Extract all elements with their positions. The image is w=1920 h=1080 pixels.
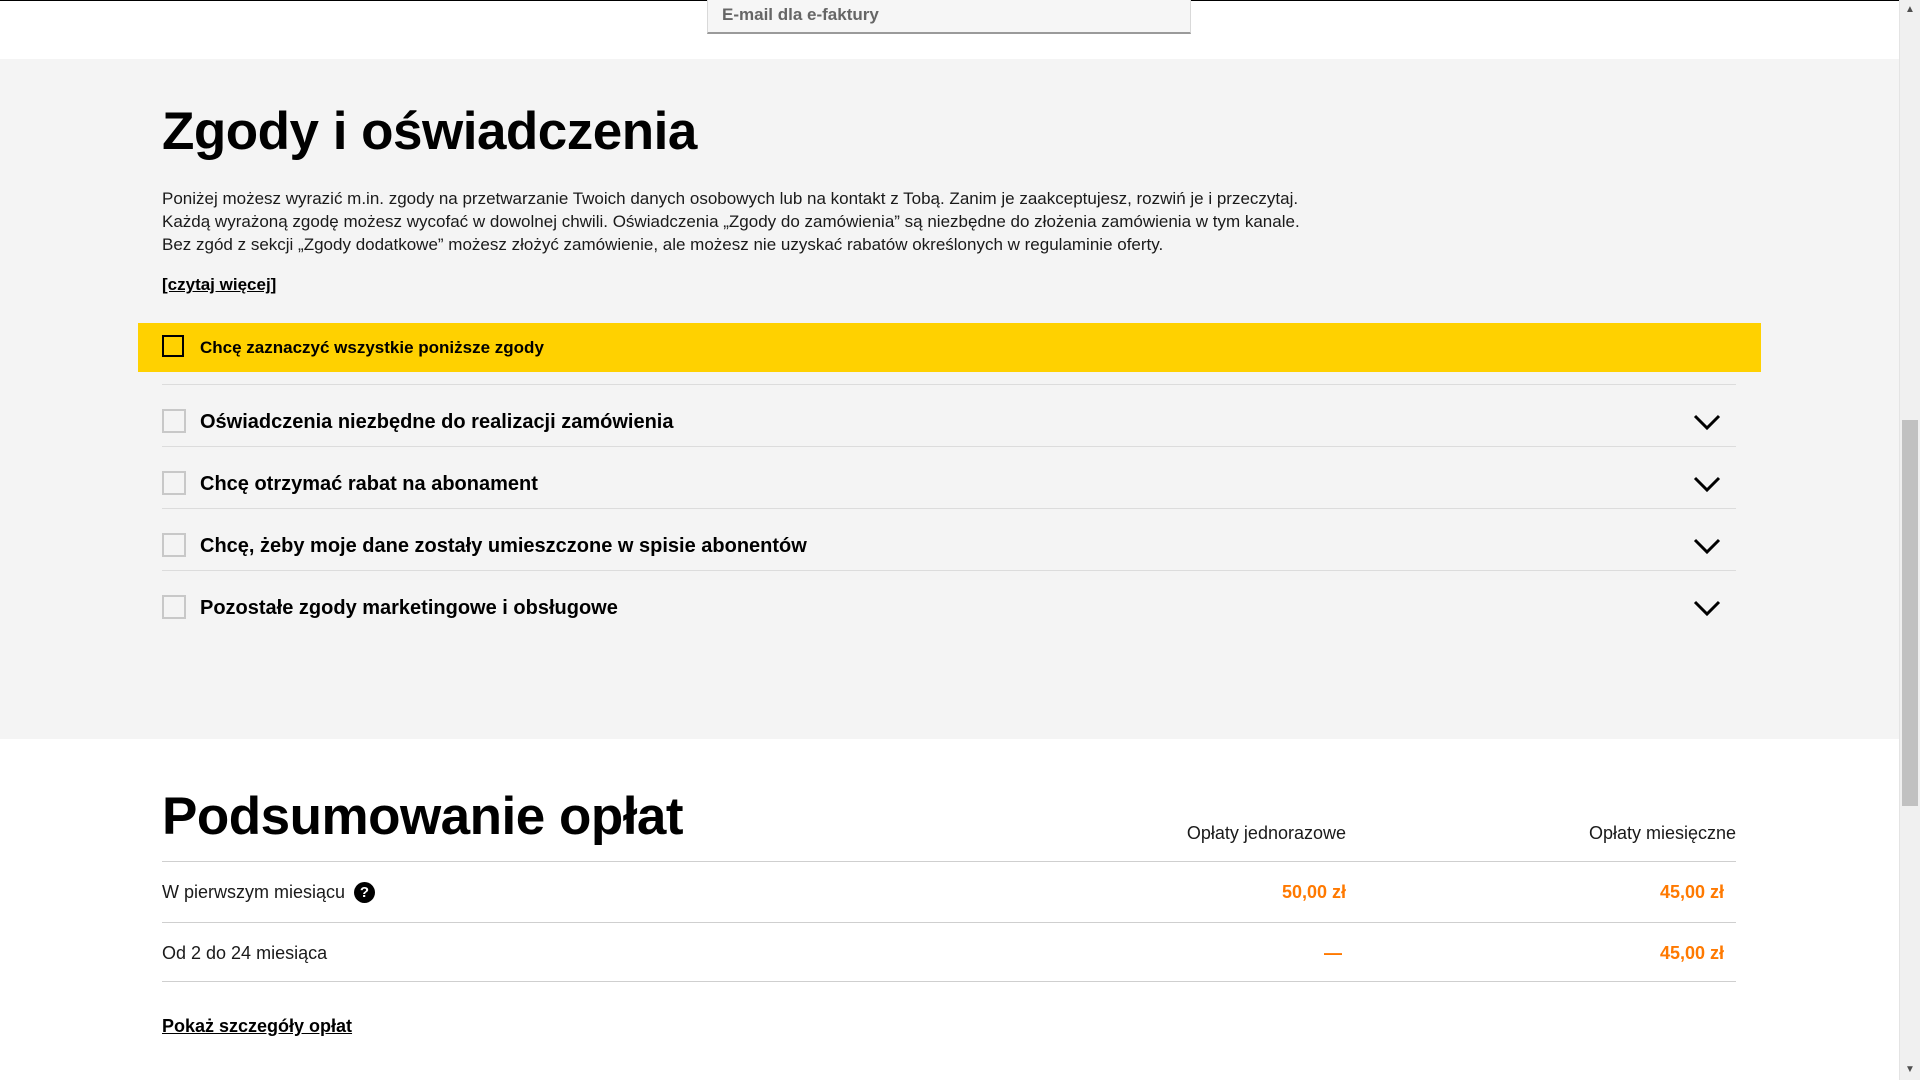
help-icon[interactable]: ? bbox=[354, 882, 375, 903]
fee-monthly-value: 45,00 zł bbox=[1659, 943, 1724, 963]
consent-item-label: Oświadczenia niezbędne do realizacji zam… bbox=[200, 411, 674, 433]
consents-description-line: Każdą wyrażoną zgodę możesz wycofać w do… bbox=[162, 212, 1300, 231]
consent-checkbox[interactable] bbox=[162, 409, 186, 433]
vertical-scrollbar[interactable]: ▲ ▼ bbox=[1899, 0, 1920, 1080]
consent-item-label: Pozostałe zgody marketingowe i obsługowe bbox=[200, 597, 618, 619]
fee-table-divider bbox=[162, 981, 1736, 982]
consent-checkbox[interactable] bbox=[162, 595, 186, 619]
consent-checkbox[interactable] bbox=[162, 471, 186, 495]
consent-checkbox[interactable] bbox=[162, 533, 186, 557]
scroll-down-arrow-icon[interactable]: ▼ bbox=[1900, 1060, 1920, 1080]
scroll-thumb[interactable] bbox=[1902, 420, 1918, 806]
consents-description-line: Poniżej możesz wyrazić m.in. zgody na pr… bbox=[162, 189, 1299, 208]
consents-title: Zgody i oświadczenia bbox=[162, 102, 697, 161]
select-all-label: Chcę zaznaczyć wszystkie poniższe zgody bbox=[200, 338, 544, 357]
consents-section: Zgody i oświadczenia Poniżej możesz wyra… bbox=[0, 59, 1899, 739]
show-fee-details-link[interactable]: Pokaż szczegóły opłat bbox=[162, 1016, 352, 1037]
fee-row-name: W pierwszym miesiącu bbox=[162, 882, 346, 902]
select-all-consents[interactable]: Chcę zaznaczyć wszystkie poniższe zgody bbox=[138, 323, 1761, 372]
consent-item-label: Chcę, żeby moje dane zostały umieszczone… bbox=[200, 535, 807, 557]
email-invoice-input[interactable] bbox=[707, 0, 1191, 34]
fee-monthly-value: 45,00 zł bbox=[1659, 882, 1724, 902]
page: Zgody i oświadczenia Poniżej możesz wyra… bbox=[0, 0, 1899, 1080]
fees-summary-section: Podsumowanie opłat Opłaty jednorazowe Op… bbox=[0, 739, 1899, 1080]
summary-title: Podsumowanie opłat bbox=[162, 787, 684, 846]
fee-one-time-value: — bbox=[1324, 943, 1342, 963]
chevron-down-icon[interactable] bbox=[1692, 536, 1722, 556]
fee-row-months-2-24: Od 2 do 24 miesiąca — 45,00 zł bbox=[162, 922, 1736, 983]
chevron-down-icon[interactable] bbox=[1692, 598, 1722, 618]
fee-row-first-month: W pierwszym miesiącu ? 50,00 zł 45,00 zł bbox=[162, 861, 1736, 922]
read-more-link[interactable]: [czytaj więcej] bbox=[162, 275, 276, 295]
scroll-up-arrow-icon[interactable]: ▲ bbox=[1900, 0, 1920, 20]
chevron-down-icon[interactable] bbox=[1692, 474, 1722, 494]
fee-one-time-value: 50,00 zł bbox=[1281, 882, 1346, 902]
consents-description-line: Bez zgód z sekcji „Zgody dodatkowe” może… bbox=[162, 235, 1164, 254]
column-header-one-time: Opłaty jednorazowe bbox=[1186, 823, 1346, 843]
chevron-down-icon[interactable] bbox=[1692, 412, 1722, 432]
consents-description: Poniżej możesz wyrazić m.in. zgody na pr… bbox=[162, 187, 1412, 256]
select-all-checkbox[interactable] bbox=[162, 335, 184, 357]
column-header-monthly: Opłaty miesięczne bbox=[1588, 823, 1736, 843]
consent-item-label: Chcę otrzymać rabat na abonament bbox=[200, 473, 538, 495]
consent-item-marketing[interactable]: Pozostałe zgody marketingowe i obsługowe bbox=[162, 570, 1736, 646]
top-strip bbox=[0, 0, 1899, 59]
fee-row-name: Od 2 do 24 miesiąca bbox=[162, 943, 328, 963]
